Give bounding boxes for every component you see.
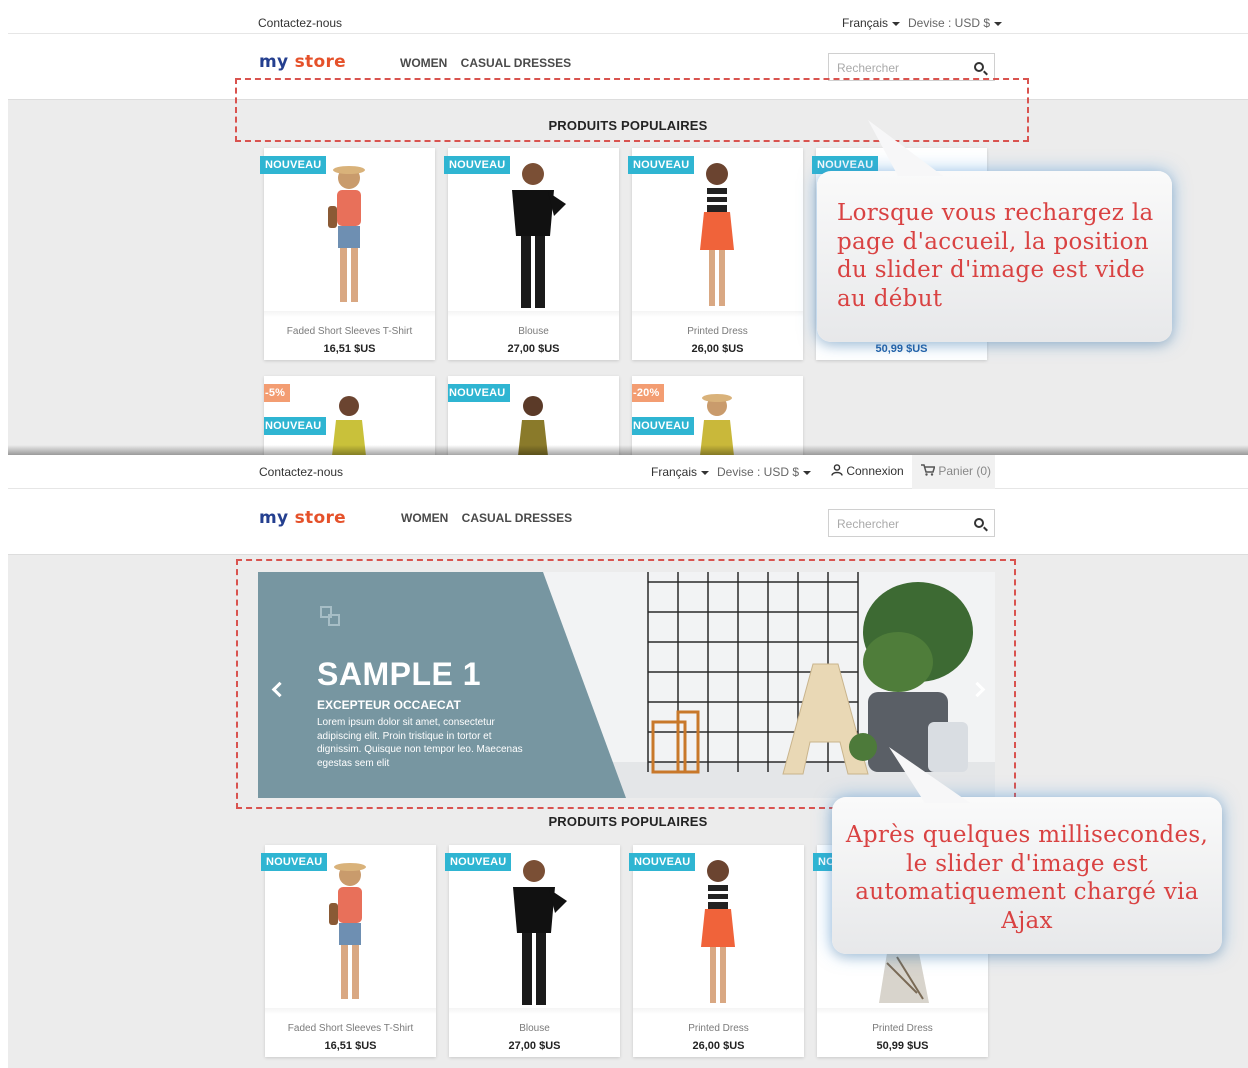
product-card[interactable]: NOUVEAU Faded Short Sleeves T-Shirt 16,5… (261, 845, 436, 1057)
logo-text-my: my (259, 508, 289, 528)
callout-line: page d'accueil, la position (837, 228, 1149, 255)
product-name[interactable]: Printed Dress (817, 1023, 988, 1034)
product-image-printed-dress-model (700, 163, 734, 306)
callout-after: Après quelques millisecondes, le slider … (832, 797, 1222, 954)
panel-divider-shadow (8, 445, 1248, 455)
product-card[interactable]: NOUVEAU (448, 376, 619, 455)
language-selector[interactable]: Français (842, 16, 901, 30)
product-price: 26,00 $US (692, 1040, 745, 1052)
site-header: my store WOMEN CASUAL DRESSES Rechercher (8, 489, 1248, 555)
product-price: 16,51 $US (323, 343, 376, 355)
card-divider (633, 1008, 804, 1014)
callout-line: automatiquement chargé via (855, 879, 1199, 905)
language-label: Français (842, 16, 889, 30)
store-logo[interactable]: my store (259, 52, 346, 72)
search-icon[interactable] (974, 62, 984, 72)
store-logo[interactable]: my store (259, 508, 346, 528)
logo-text-store: store (294, 508, 346, 528)
top-nav-bar: Contactez-nous Français Devise : USD $ (8, 0, 1248, 34)
callout-line: le slider d'image est (906, 850, 1148, 877)
discount-badge: -20% (632, 384, 665, 402)
callout-pointer (868, 120, 943, 176)
product-card[interactable]: NOUVEAU Blouse 27,00 $US (444, 148, 619, 360)
login-link[interactable]: Connexion (831, 464, 904, 478)
card-divider (632, 311, 803, 317)
card-divider (449, 1008, 620, 1014)
product-price: 16,51 $US (324, 1040, 377, 1052)
top-nav-bar: Contactez-nous Français Devise : USD $ C… (8, 455, 1248, 489)
contact-link[interactable]: Contactez-nous (259, 465, 343, 479)
callout-line: Ajax (1001, 907, 1053, 934)
card-divider (264, 311, 435, 317)
chevron-down-icon (892, 21, 901, 26)
main-menu: WOMEN CASUAL DRESSES (400, 56, 581, 70)
card-divider (265, 1008, 436, 1014)
cart-icon (921, 464, 936, 476)
discount-badge: -5% (264, 384, 291, 402)
language-selector[interactable]: Français (651, 465, 710, 479)
product-card[interactable]: NOUVEAU Faded Short Sleeves T-Shirt 16,5… (260, 148, 435, 360)
product-name[interactable]: Printed Dress (633, 1023, 804, 1034)
product-name[interactable]: Blouse (448, 326, 619, 337)
login-label: Connexion (846, 464, 904, 478)
contact-link[interactable]: Contactez-nous (258, 16, 342, 30)
menu-item-women[interactable]: WOMEN (401, 511, 448, 525)
screenshot-after-slider-load: Contactez-nous Français Devise : USD $ C… (8, 455, 1248, 1068)
chevron-down-icon (701, 470, 710, 475)
currency-label: Devise : USD $ (908, 16, 991, 30)
callout-line: au début (837, 285, 943, 312)
cart-label: Panier (0) (938, 464, 992, 478)
section-title: PRODUITS POPULAIRES (548, 118, 708, 133)
product-image-blouse-model (513, 860, 567, 1005)
chevron-down-icon (994, 21, 1003, 26)
menu-item-women[interactable]: WOMEN (400, 56, 447, 70)
logo-text-my: my (259, 52, 289, 72)
product-card[interactable]: NOUVEAU Blouse 27,00 $US (445, 845, 620, 1057)
product-card[interactable]: -5% NOUVEAU (264, 376, 435, 455)
logo-text-store: store (294, 52, 346, 72)
product-price: 26,00 $US (691, 343, 744, 355)
language-label: Français (651, 465, 698, 479)
chevron-down-icon (803, 470, 812, 475)
product-card[interactable]: -20% NOUVEAU (632, 376, 803, 455)
callout-line: du slider d'image est vide (837, 257, 1146, 283)
user-icon (831, 464, 843, 476)
search-input[interactable]: Rechercher (828, 53, 995, 81)
cart-link[interactable]: Panier (0) (912, 455, 995, 489)
product-name[interactable]: Faded Short Sleeves T-Shirt (264, 326, 435, 337)
callout-before: Lorsque vous rechargez la page d'accueil… (817, 171, 1172, 342)
callout-pointer (889, 747, 970, 803)
product-image-tshirt-model (329, 863, 366, 999)
product-price: 27,00 $US (508, 1040, 561, 1052)
product-name[interactable]: Blouse (449, 1023, 620, 1034)
product-image-tshirt-model (328, 166, 365, 302)
search-icon[interactable] (974, 518, 984, 528)
product-image-blouse-model (512, 163, 566, 308)
screenshot-before-slider-load: Contactez-nous Français Devise : USD $ m… (8, 0, 1248, 455)
product-card[interactable]: NOUVEAU Printed Dress 26,00 $US (628, 148, 803, 360)
menu-item-casual-dresses[interactable]: CASUAL DRESSES (462, 511, 572, 525)
product-card[interactable]: NOUVEAU Printed Dress 26,00 $US (629, 845, 804, 1057)
menu-item-casual-dresses[interactable]: CASUAL DRESSES (461, 56, 571, 70)
search-placeholder: Rechercher (837, 517, 900, 531)
product-price: 50,99 $US (875, 343, 928, 355)
search-placeholder: Rechercher (837, 61, 900, 75)
product-name[interactable]: Faded Short Sleeves T-Shirt (265, 1023, 436, 1034)
product-name[interactable]: Printed Dress (632, 326, 803, 337)
currency-selector[interactable]: Devise : USD $ (908, 16, 1003, 30)
product-price: 50,99 $US (876, 1040, 929, 1052)
card-divider (448, 311, 619, 317)
callout-line: Après quelques millisecondes, (845, 822, 1209, 848)
card-divider (817, 1008, 988, 1014)
product-price: 27,00 $US (507, 343, 560, 355)
callout-line: Lorsque vous rechargez la (837, 200, 1154, 226)
main-menu: WOMEN CASUAL DRESSES (401, 511, 582, 525)
currency-selector[interactable]: Devise : USD $ (717, 465, 812, 479)
currency-label: Devise : USD $ (717, 465, 800, 479)
product-image-printed-dress-model (701, 860, 735, 1003)
search-input[interactable]: Rechercher (828, 509, 995, 537)
